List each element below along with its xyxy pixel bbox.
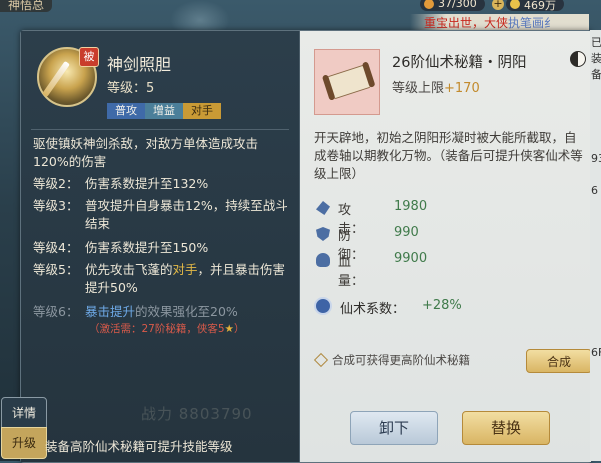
synthesis-tip: 合成可获得更高阶仙术秘籍 bbox=[332, 353, 470, 367]
passive-badge: 被 bbox=[79, 47, 99, 67]
hp-icon bbox=[316, 253, 330, 267]
tag-buff: 增益 bbox=[145, 103, 183, 119]
edge-text: 装 bbox=[591, 52, 601, 65]
top-left-title: 神悟总 bbox=[0, 0, 53, 12]
yinyang-icon bbox=[570, 51, 586, 67]
edge-text: 6F bbox=[591, 346, 601, 359]
attack-icon bbox=[316, 201, 330, 215]
stamina-value: 37/300 bbox=[438, 0, 477, 10]
level-label: 等级2： bbox=[33, 176, 79, 191]
tag-normal-attack: 普攻 bbox=[107, 103, 145, 119]
star-icon: ★ bbox=[224, 323, 234, 335]
skill-name: 神剑照胆 bbox=[107, 55, 172, 74]
diamond-icon bbox=[313, 352, 329, 368]
skill-book-panel: 被 神剑照胆 等级：5 普攻 增益 对手 驱使镇妖神剑杀敌，对敌方单体造成攻击1… bbox=[1, 30, 592, 463]
activation-requirement: （激活需：27阶秘籍，侠客5★） bbox=[89, 323, 245, 335]
level-label: 等级5： bbox=[33, 262, 79, 277]
level-effect: 普攻提升自身暴击12%，持续至战斗结束 bbox=[85, 198, 288, 231]
stamina-icon bbox=[424, 0, 434, 9]
skill-level: 等级：5 bbox=[107, 81, 155, 96]
book-info-pane: 26阶仙术秘籍・阴阳 等级上限+170 开天辟地，初始之阴阳形凝时被大能所截取，… bbox=[300, 31, 592, 462]
level-effect: 优先攻击飞蓬的对手，并且暴击伤害提升50% bbox=[85, 262, 286, 295]
unequip-button[interactable]: 卸下 bbox=[350, 411, 438, 445]
edge-text: 备 bbox=[591, 68, 601, 81]
book-description: 开天辟地，初始之阴阳形凝时被大能所截取，自成卷轴以期教化万物。（装备后可提升侠客… bbox=[314, 130, 583, 181]
edge-text: 93 bbox=[591, 152, 601, 165]
footer-tip: 装备高阶仙术秘籍可提升技能等级 bbox=[45, 439, 233, 454]
banner-text: 重宝出世，大侠 bbox=[424, 16, 509, 30]
level-label: 等级3： bbox=[33, 198, 79, 213]
level-effect: 伤害系数提升至150% bbox=[85, 240, 209, 255]
edge-text: 6 bbox=[591, 184, 598, 197]
skill-tags: 普攻 增益 对手 bbox=[107, 103, 221, 119]
level-effect: 伤害系数提升至132% bbox=[85, 176, 209, 191]
edge-text: 已 bbox=[591, 36, 601, 49]
stat-value: 1980 bbox=[394, 199, 428, 214]
background-power: 战力 8803790 bbox=[141, 405, 253, 423]
skill-info-pane: 被 神剑照胆 等级：5 普攻 增益 对手 驱使镇妖神剑杀敌，对敌方单体造成攻击1… bbox=[1, 31, 300, 462]
stamina-counter: 37/300 bbox=[420, 0, 485, 11]
skill-description: 驱使镇妖神剑杀敌，对敌方单体造成攻击120%的伤害 bbox=[33, 136, 259, 169]
replace-button[interactable]: 替换 bbox=[462, 411, 550, 445]
defense-icon bbox=[316, 227, 330, 241]
stat-value: 990 bbox=[394, 225, 419, 240]
gold-value: 469万 bbox=[524, 0, 556, 12]
gold-icon bbox=[510, 0, 520, 9]
book-name: 26阶仙术秘籍・阴阳 bbox=[392, 55, 527, 71]
scroll-icon bbox=[314, 49, 380, 115]
banner-highlight: 执笔画纟 bbox=[508, 16, 557, 30]
coef-label: 仙术系数： bbox=[340, 302, 406, 317]
synthesize-button[interactable]: 合成 bbox=[526, 349, 592, 373]
upgrade-tab[interactable]: 升级 bbox=[1, 427, 47, 459]
synthesis-row: 合成可获得更高阶仙术秘籍 合成 bbox=[313, 349, 592, 373]
level-effect: 暴击提升的效果强化至20% bbox=[85, 304, 238, 319]
stat-value: 9900 bbox=[394, 251, 428, 266]
gold-counter: 469万 bbox=[506, 0, 564, 12]
spell-icon bbox=[314, 297, 332, 315]
detail-tab[interactable]: 详情 bbox=[1, 397, 47, 429]
announcement-banner[interactable]: 重宝出世，大侠执笔画纟 bbox=[410, 14, 589, 30]
level-label: 等级6： bbox=[33, 304, 79, 319]
tag-opponent: 对手 bbox=[183, 103, 221, 119]
top-bar: 神悟总 37/300 + 469万 重宝出世，大侠执笔画纟 bbox=[0, 0, 601, 30]
divider bbox=[31, 129, 289, 130]
coef-value: +28% bbox=[422, 298, 462, 313]
level-label: 等级4： bbox=[33, 240, 79, 255]
right-edge-panel bbox=[590, 30, 601, 461]
book-level-cap: 等级上限+170 bbox=[392, 81, 480, 96]
add-stamina-button[interactable]: + bbox=[492, 0, 504, 10]
stat-label: 血量： bbox=[338, 255, 365, 289]
